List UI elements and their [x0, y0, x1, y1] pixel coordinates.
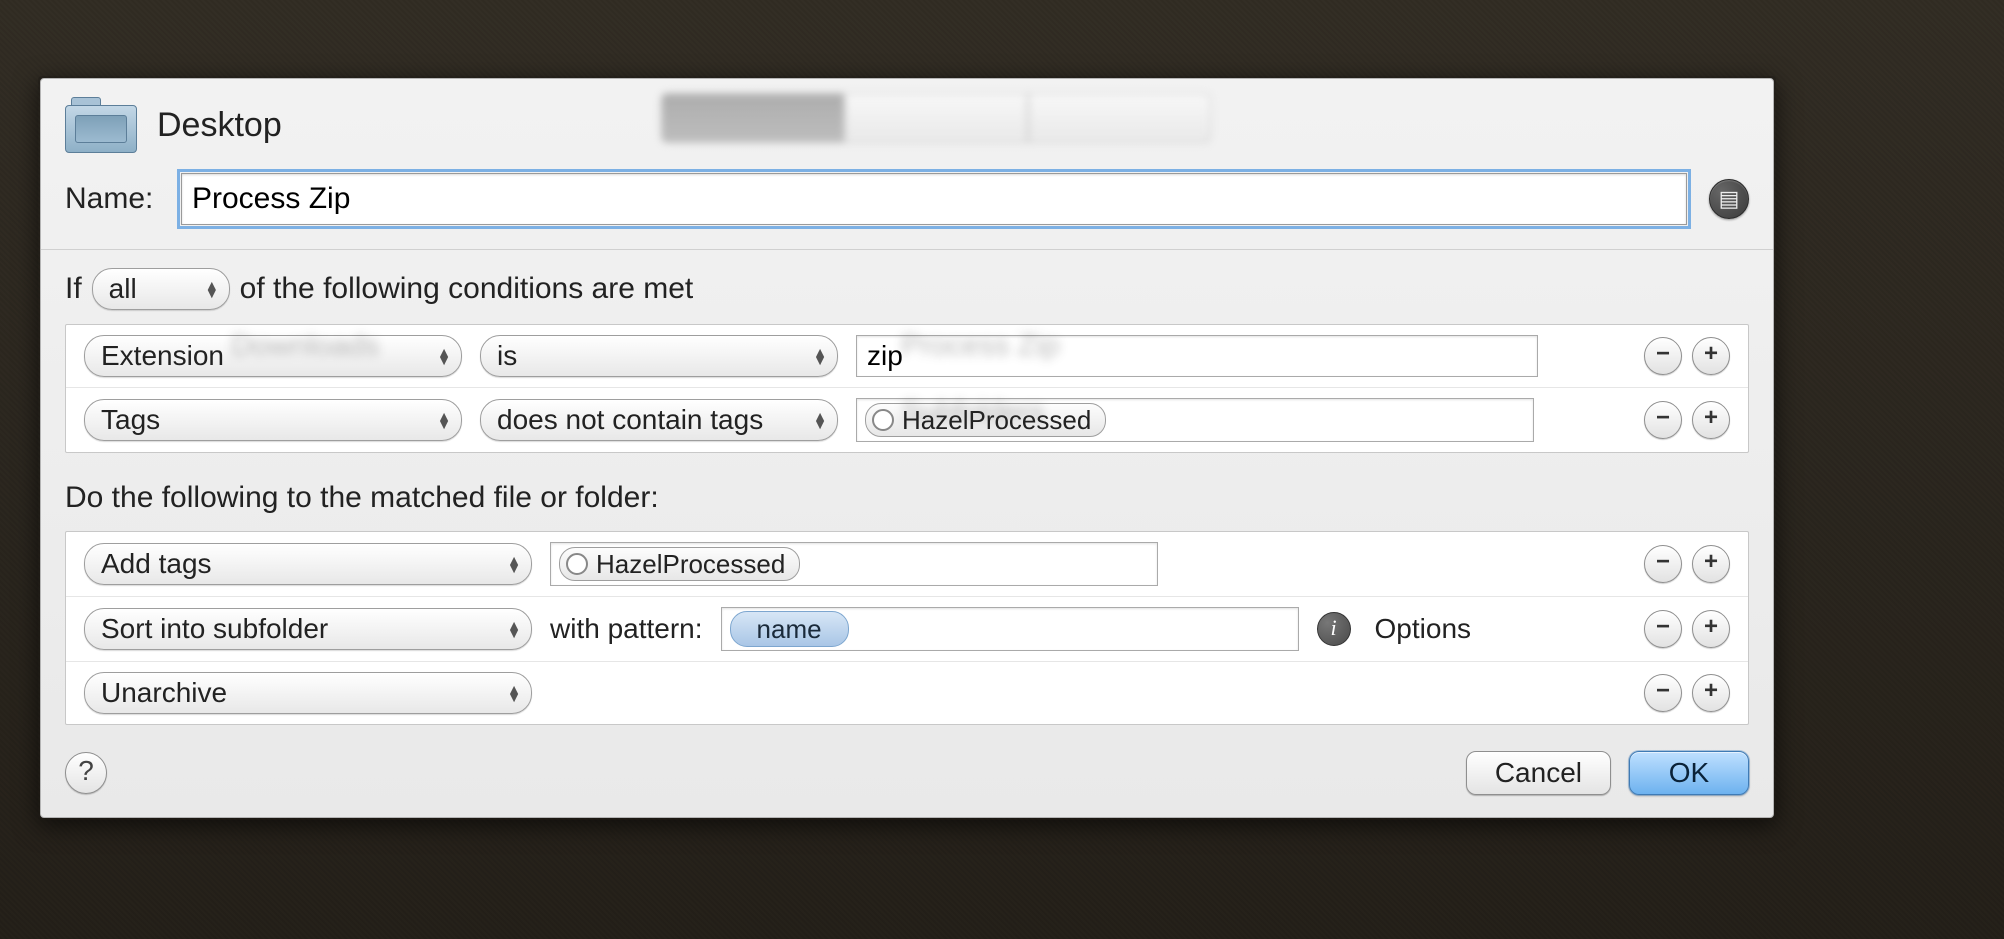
- with-pattern-label: with pattern:: [550, 613, 703, 645]
- condition-row: Extension is − +: [66, 325, 1748, 388]
- tag-token[interactable]: HazelProcessed: [865, 403, 1106, 437]
- condition-operator-label: does not contain tags: [497, 404, 763, 436]
- cancel-button[interactable]: Cancel: [1466, 751, 1611, 795]
- action-type-popup[interactable]: Sort into subfolder: [84, 608, 532, 650]
- condition-value-input[interactable]: [856, 335, 1538, 377]
- updown-arrows-icon: [437, 348, 451, 364]
- ok-button[interactable]: OK: [1629, 751, 1749, 795]
- condition-row: Tags does not contain tags HazelProcesse…: [66, 388, 1748, 452]
- condition-attribute-label: Tags: [101, 404, 160, 436]
- action-type-label: Unarchive: [101, 677, 227, 709]
- action-type-popup[interactable]: Unarchive: [84, 672, 532, 714]
- updown-arrows-icon: [437, 412, 451, 428]
- remove-action-button[interactable]: −: [1644, 545, 1682, 583]
- condition-attribute-popup[interactable]: Extension: [84, 335, 462, 377]
- options-button[interactable]: Options: [1375, 613, 1472, 645]
- conditions-suffix: of the following conditions are met: [240, 272, 694, 306]
- remove-action-button[interactable]: −: [1644, 674, 1682, 712]
- condition-attribute-popup[interactable]: Tags: [84, 399, 462, 441]
- add-action-button[interactable]: +: [1692, 545, 1730, 583]
- background-segmented-control: [661, 93, 1211, 143]
- conditions-scope-label: all: [109, 273, 137, 305]
- info-icon[interactable]: i: [1317, 612, 1351, 646]
- conditions-scope-popup[interactable]: all: [92, 268, 230, 310]
- conditions-prefix: If: [65, 272, 82, 306]
- folder-title: Desktop: [157, 106, 282, 145]
- updown-arrows-icon: [813, 348, 827, 364]
- updown-arrows-icon: [813, 412, 827, 428]
- pattern-field[interactable]: name: [721, 607, 1299, 651]
- condition-operator-popup[interactable]: does not contain tags: [480, 399, 838, 441]
- folder-icon: [65, 97, 137, 153]
- tag-color-swatch-icon: [872, 409, 894, 431]
- condition-attribute-label: Extension: [101, 340, 224, 372]
- actions-list: Add tags HazelProcessed − +: [65, 531, 1749, 725]
- remove-action-button[interactable]: −: [1644, 610, 1682, 648]
- pattern-token[interactable]: name: [730, 611, 849, 647]
- add-condition-button[interactable]: +: [1692, 401, 1730, 439]
- notes-button[interactable]: ▤: [1709, 179, 1749, 219]
- action-tags-field[interactable]: HazelProcessed: [550, 542, 1158, 586]
- action-row: Add tags HazelProcessed − +: [66, 532, 1748, 597]
- pattern-token-label: name: [757, 614, 822, 645]
- updown-arrows-icon: [507, 685, 521, 701]
- condition-operator-label: is: [497, 340, 517, 372]
- add-action-button[interactable]: +: [1692, 674, 1730, 712]
- updown-arrows-icon: [507, 556, 521, 572]
- updown-arrows-icon: [507, 621, 521, 637]
- tag-token-label: HazelProcessed: [902, 405, 1091, 436]
- add-condition-button[interactable]: +: [1692, 337, 1730, 375]
- tag-color-swatch-icon: [566, 553, 588, 575]
- condition-tags-field[interactable]: HazelProcessed: [856, 398, 1534, 442]
- rule-name-input[interactable]: [181, 173, 1687, 225]
- action-row: Sort into subfolder with pattern: name i…: [66, 597, 1748, 662]
- tag-token[interactable]: HazelProcessed: [559, 547, 800, 581]
- action-type-label: Sort into subfolder: [101, 613, 328, 645]
- condition-operator-popup[interactable]: is: [480, 335, 838, 377]
- remove-condition-button[interactable]: −: [1644, 337, 1682, 375]
- updown-arrows-icon: [205, 281, 219, 297]
- action-type-label: Add tags: [101, 548, 212, 580]
- rule-editor-dialog: Downloads Process Zip Subfolders Desktop…: [40, 78, 1774, 818]
- tag-token-label: HazelProcessed: [596, 549, 785, 580]
- name-label: Name:: [65, 182, 165, 216]
- actions-intro: Do the following to the matched file or …: [65, 481, 1749, 515]
- help-button[interactable]: ?: [65, 752, 107, 794]
- remove-condition-button[interactable]: −: [1644, 401, 1682, 439]
- conditions-list: Extension is − +: [65, 324, 1749, 453]
- add-action-button[interactable]: +: [1692, 610, 1730, 648]
- action-type-popup[interactable]: Add tags: [84, 543, 532, 585]
- action-row: Unarchive − +: [66, 662, 1748, 724]
